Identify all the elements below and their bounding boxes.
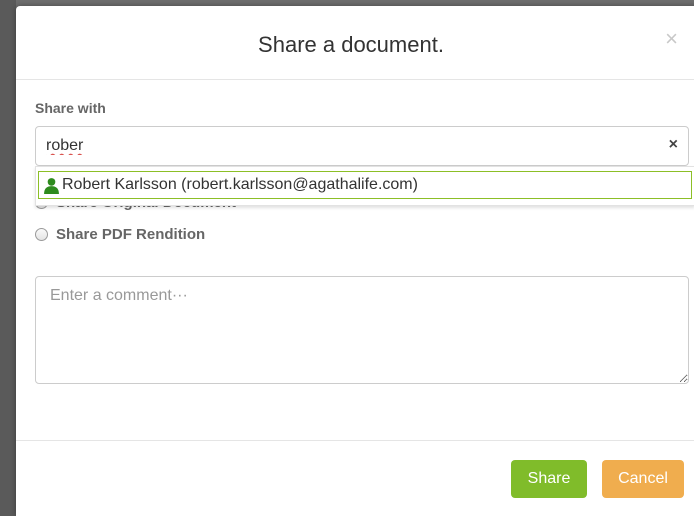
share-with-label: Share with: [35, 100, 106, 116]
radio-pdf[interactable]: [35, 228, 48, 241]
suggestion-item[interactable]: Robert Karlsson (robert.karlsson@agathal…: [38, 171, 692, 199]
dialog-title: Share a document.: [258, 32, 444, 57]
share-with-field: ×: [35, 126, 689, 166]
clear-input-icon[interactable]: ×: [669, 136, 678, 154]
footer-divider: [16, 440, 694, 441]
cancel-button[interactable]: Cancel: [602, 460, 684, 498]
modal-backdrop: [0, 0, 16, 516]
share-with-input[interactable]: [46, 127, 646, 165]
share-button[interactable]: Share: [511, 460, 587, 498]
autocomplete-dropdown: Robert Karlsson (robert.karlsson@agathal…: [35, 166, 694, 206]
option-share-pdf[interactable]: Share PDF Rendition: [35, 226, 205, 243]
user-icon: [44, 177, 59, 194]
suggestion-label: Robert Karlsson (robert.karlsson@agathal…: [62, 176, 418, 193]
dialog-header: Share a document. ×: [16, 6, 694, 80]
close-icon[interactable]: ×: [665, 28, 678, 50]
option-pdf-label: Share PDF Rendition: [56, 226, 206, 243]
comment-textarea[interactable]: [35, 276, 689, 384]
share-dialog: Share a document. × Share with × Share O…: [16, 6, 694, 516]
